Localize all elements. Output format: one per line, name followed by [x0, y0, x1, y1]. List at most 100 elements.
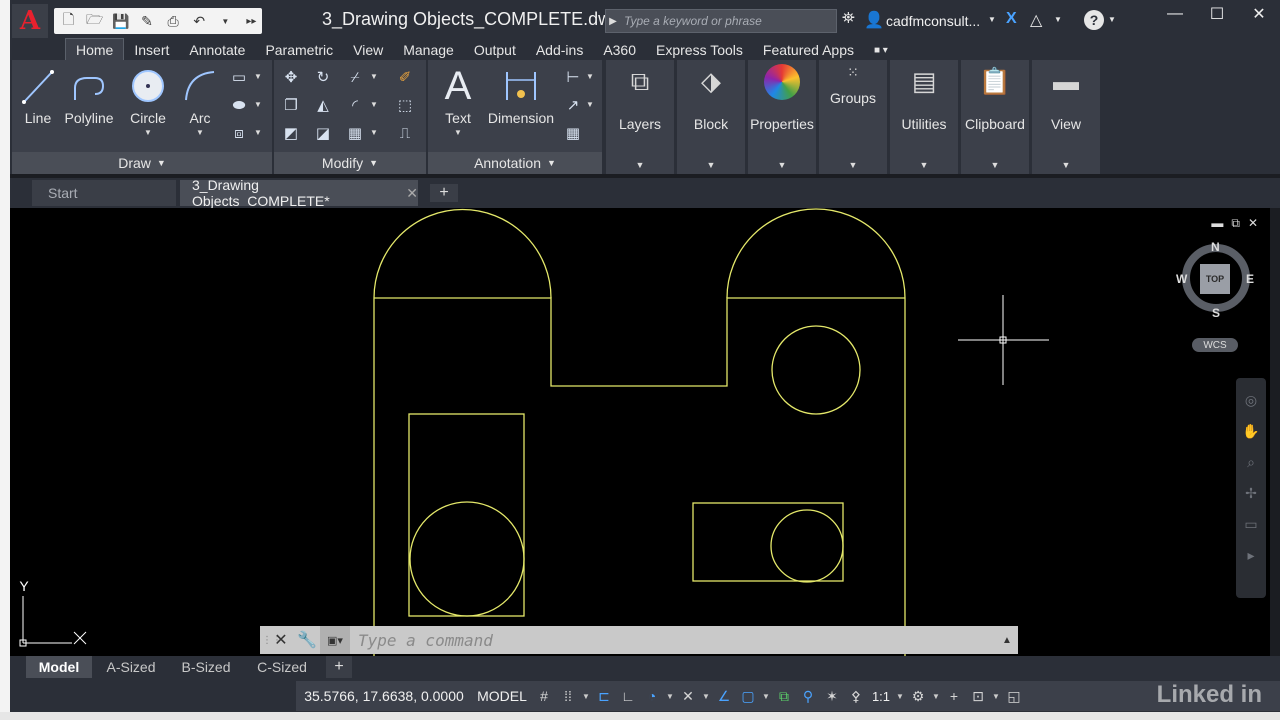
undo-icon[interactable]: ↶ [189, 11, 210, 31]
object-snap-tracking-icon[interactable]: ∠ [712, 688, 736, 705]
fillet-dropdown-icon[interactable]: ▼ [370, 100, 378, 109]
object-snap-dropdown-icon[interactable]: ▼ [760, 692, 772, 701]
scale-dropdown-icon[interactable]: ▼ [894, 692, 906, 701]
search-expand-icon[interactable]: ▶ [606, 16, 620, 27]
text-button[interactable]: A Text ▼ [438, 64, 478, 138]
save-icon[interactable]: 💾 [110, 11, 131, 31]
user-icon[interactable]: 👤 [864, 10, 884, 30]
dimension-button[interactable]: Dimension [486, 64, 556, 126]
mirror-icon[interactable]: ◭ [312, 94, 334, 116]
units-icon[interactable]: ⊡ [966, 688, 990, 705]
modify-panel-expand-icon[interactable]: ▼ [369, 158, 378, 168]
draw-panel-title[interactable]: Draw ▼ [12, 152, 272, 174]
leader-dropdown-icon[interactable]: ▼ [586, 100, 594, 109]
showmotion-icon[interactable]: ▭ [1244, 516, 1257, 533]
isodraft-dropdown-icon[interactable]: ▼ [700, 692, 712, 701]
open-file-icon[interactable]: 🗁 [84, 11, 105, 31]
command-line-customize-icon[interactable]: 🔧 [294, 626, 320, 654]
tab-manage[interactable]: Manage [393, 40, 464, 60]
view-dropdown-icon[interactable]: ▼ [1032, 160, 1100, 170]
viewcube[interactable]: N S E W TOP [1176, 240, 1254, 320]
ribbon-options-icon[interactable]: ■ ▾ [864, 40, 898, 60]
linear-dim-dropdown-icon[interactable]: ▼ [586, 72, 594, 81]
workspace-gear-icon[interactable]: ⚙ [906, 688, 930, 705]
boundary-dropdown-icon[interactable]: ▼ [254, 128, 262, 137]
array-dropdown-icon[interactable]: ▼ [370, 128, 378, 137]
trim-dropdown-icon[interactable]: ▼ [370, 72, 378, 81]
rectangle-dropdown-icon[interactable]: ▼ [254, 72, 262, 81]
tab-parametric[interactable]: Parametric [255, 40, 343, 60]
infer-constraints-icon[interactable]: ⊏ [592, 688, 616, 705]
array-icon[interactable]: ▦ [344, 122, 366, 144]
line-button[interactable]: Line [20, 64, 56, 126]
tab-a-sized[interactable]: A-Sized [96, 656, 166, 678]
selection-cycling-icon[interactable]: ⧉ [772, 688, 796, 705]
hatch-icon[interactable]: ⬬ [228, 94, 250, 116]
block-dropdown-icon[interactable]: ▼ [677, 160, 745, 170]
properties-dropdown-icon[interactable]: ▼ [748, 160, 816, 170]
circle-dropdown-icon[interactable]: ▼ [144, 128, 152, 137]
viewcube-top-face[interactable]: TOP [1200, 264, 1230, 294]
workspace-dropdown-icon[interactable]: ▼ [930, 692, 942, 701]
erase-icon[interactable]: ✐ [394, 66, 416, 88]
tab-add-ins[interactable]: Add-ins [526, 40, 593, 60]
viewport-minimize-icon[interactable]: ▬ [1211, 216, 1223, 231]
tab-express-tools[interactable]: Express Tools [646, 40, 753, 60]
user-account-name[interactable]: cadfmconsult... [886, 13, 980, 29]
close-icon[interactable]: ✕ [1238, 0, 1280, 28]
groups-dropdown-icon[interactable]: ▼ [819, 160, 887, 170]
wcs-menu[interactable]: WCS [1192, 338, 1238, 352]
copy-icon[interactable]: ❐ [280, 94, 302, 116]
tab-model[interactable]: Model [26, 656, 92, 678]
utilities-dropdown-icon[interactable]: ▼ [890, 160, 958, 170]
offset-icon[interactable]: ⎍ [394, 122, 416, 144]
annotation-visibility-icon[interactable]: ⚲ [796, 688, 820, 705]
annotation-monitor-icon[interactable]: + [942, 688, 966, 704]
qat-more-icon[interactable]: ▸▸ [241, 11, 262, 31]
command-history-icon[interactable]: ▲ [996, 635, 1018, 646]
draw-panel-expand-icon[interactable]: ▼ [157, 158, 166, 168]
arc-dropdown-icon[interactable]: ▼ [196, 128, 204, 137]
viewcube-north[interactable]: N [1211, 240, 1220, 254]
viewcube-east[interactable]: E [1246, 272, 1254, 286]
stretch-icon[interactable]: ◩ [280, 122, 302, 144]
leader-icon[interactable]: ↗ [562, 94, 584, 116]
binoculars-icon[interactable]: ⛯ [842, 10, 855, 28]
clipboard-panel[interactable]: 📋 Clipboard ▼ [961, 60, 1029, 174]
user-dropdown-icon[interactable]: ▼ [988, 15, 996, 24]
grid-icon[interactable]: # [532, 688, 556, 704]
annotation-scale-value[interactable]: 1:1 [868, 689, 894, 704]
viewport-close-icon[interactable]: ✕ [1248, 216, 1258, 231]
units-dropdown-icon[interactable]: ▼ [990, 692, 1002, 701]
model-space-button[interactable]: MODEL [472, 688, 532, 704]
tab-featured-apps[interactable]: Featured Apps [753, 40, 864, 60]
viewport-restore-icon[interactable]: ⧉ [1231, 216, 1240, 231]
text-dropdown-icon[interactable]: ▼ [454, 128, 462, 137]
exchange-apps-icon[interactable]: X [1006, 10, 1017, 28]
autodesk-a360-icon[interactable]: △ [1030, 10, 1042, 30]
orbit-icon[interactable]: ✢ [1245, 485, 1257, 502]
trim-icon[interactable]: ⌿ [344, 66, 366, 88]
zoom-icon[interactable]: ⌕ [1247, 454, 1255, 471]
tab-a360[interactable]: A360 [593, 40, 646, 60]
groups-panel[interactable]: ⁙ Groups ▼ [819, 60, 887, 174]
search-input[interactable] [620, 14, 836, 28]
linear-dim-icon[interactable]: ⊢ [562, 66, 584, 88]
snap-dropdown-icon[interactable]: ▼ [580, 692, 592, 701]
tab-home[interactable]: Home [65, 38, 125, 60]
close-tab-icon[interactable]: ✕ [406, 185, 418, 202]
tab-insert[interactable]: Insert [124, 40, 179, 60]
print-icon[interactable]: ⎙ [163, 11, 184, 31]
ortho-icon[interactable]: ∟ [616, 688, 640, 704]
help-dropdown-icon[interactable]: ▼ [1108, 15, 1116, 24]
command-input[interactable] [350, 630, 996, 650]
rotate-icon[interactable]: ↻ [312, 66, 334, 88]
layers-panel[interactable]: ⧉ Layers ▼ [606, 60, 674, 174]
view-panel[interactable]: ▬ View ▼ [1032, 60, 1100, 174]
clipboard-dropdown-icon[interactable]: ▼ [961, 160, 1029, 170]
tab-active-drawing[interactable]: 3_Drawing Objects_COMPLETE* ✕ [180, 177, 418, 209]
help-icon[interactable]: ? [1084, 10, 1104, 30]
table-icon[interactable]: ▦ [562, 122, 584, 144]
polar-dropdown-icon[interactable]: ▼ [664, 692, 676, 701]
command-line-close-icon[interactable]: ✕ [268, 626, 294, 654]
